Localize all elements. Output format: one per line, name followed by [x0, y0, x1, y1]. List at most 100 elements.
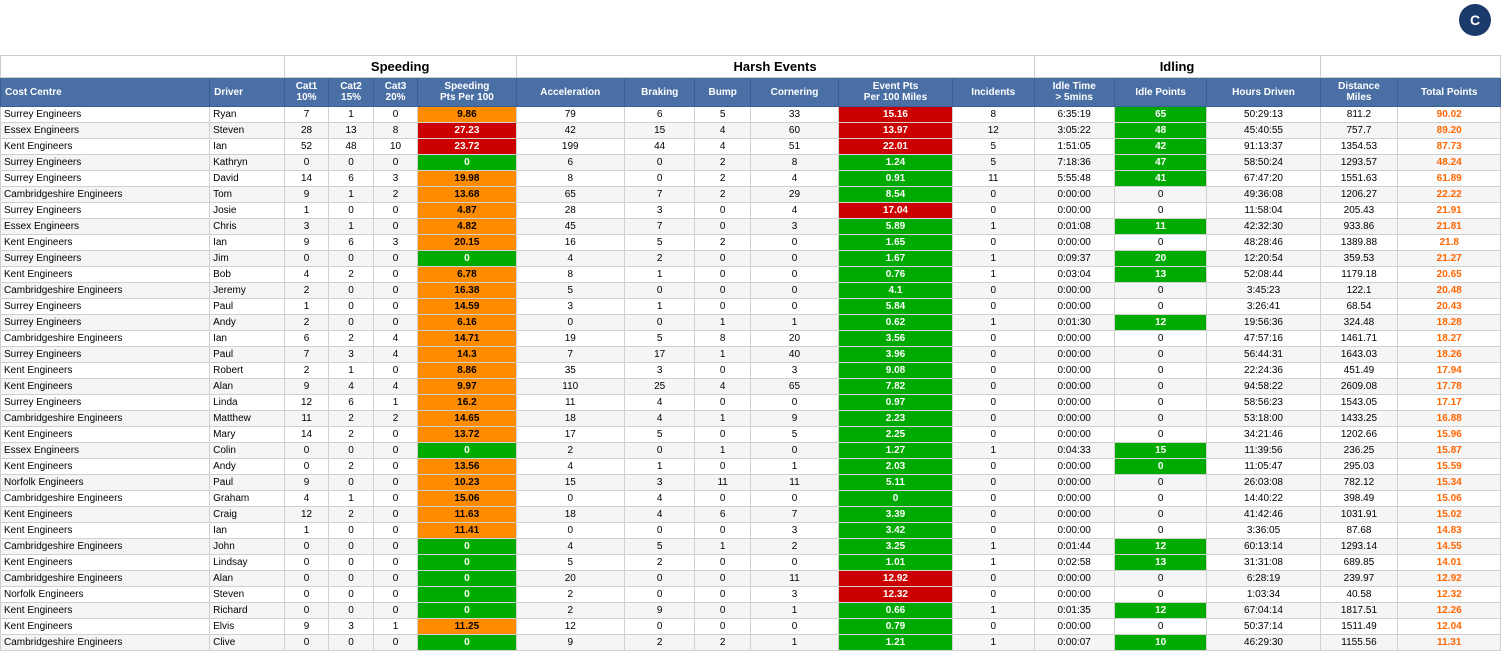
cell-dist: 295.03	[1320, 459, 1398, 475]
cell-evt-pts: 13.97	[838, 123, 952, 139]
cell-incidents: 0	[952, 299, 1034, 315]
logo: C	[1459, 4, 1493, 36]
cell-incidents: 0	[952, 507, 1034, 523]
cell-total: 20.65	[1398, 267, 1501, 283]
cell-total: 18.27	[1398, 331, 1501, 347]
cell-cost: Cambridgeshire Engineers	[1, 635, 210, 651]
cell-spd-pts: 0	[418, 587, 516, 603]
cell-driver: Andy	[210, 315, 285, 331]
cell-spd-pts: 9.86	[418, 107, 516, 123]
cell-accel: 2	[516, 443, 624, 459]
cell-cat1: 12	[284, 395, 329, 411]
cell-hours: 31:31:08	[1207, 555, 1320, 571]
cell-hours: 26:03:08	[1207, 475, 1320, 491]
cell-bump: 1	[695, 347, 751, 363]
cell-idle-time: 0:01:08	[1034, 219, 1114, 235]
cell-cat1: 0	[284, 443, 329, 459]
cell-dist: 1202.66	[1320, 427, 1398, 443]
cell-idle-pts: 0	[1114, 427, 1207, 443]
cell-accel: 0	[516, 315, 624, 331]
cell-brake: 5	[624, 331, 694, 347]
cell-hours: 58:50:24	[1207, 155, 1320, 171]
cell-total: 12.04	[1398, 619, 1501, 635]
cell-cat2: 0	[329, 475, 374, 491]
cell-accel: 4	[516, 539, 624, 555]
cell-dist: 1354.53	[1320, 139, 1398, 155]
cell-incidents: 0	[952, 331, 1034, 347]
cell-dist: 1293.57	[1320, 155, 1398, 171]
cell-brake: 4	[624, 507, 694, 523]
cell-cat3: 0	[373, 539, 418, 555]
cell-corner: 0	[750, 619, 838, 635]
cell-incidents: 0	[952, 347, 1034, 363]
cell-cost: Cambridgeshire Engineers	[1, 283, 210, 299]
cell-hours: 52:08:44	[1207, 267, 1320, 283]
table-row: Kent Engineers Ian 9 6 3 20.15 16 5 2 0 …	[1, 235, 1501, 251]
cell-bump: 0	[695, 283, 751, 299]
cell-spd-pts: 13.68	[418, 187, 516, 203]
cell-idle-time: 0:01:30	[1034, 315, 1114, 331]
cell-hours: 94:58:22	[1207, 379, 1320, 395]
cell-evt-pts: 5.11	[838, 475, 952, 491]
cell-hours: 50:37:14	[1207, 619, 1320, 635]
cell-dist: 398.49	[1320, 491, 1398, 507]
cell-cat2: 1	[329, 491, 374, 507]
cell-spd-pts: 0	[418, 443, 516, 459]
cell-brake: 0	[624, 523, 694, 539]
cell-cat3: 3	[373, 235, 418, 251]
col-dist: DistanceMiles	[1320, 78, 1398, 107]
cell-dist: 451.49	[1320, 363, 1398, 379]
cell-bump: 0	[695, 267, 751, 283]
cell-cost: Kent Engineers	[1, 459, 210, 475]
cell-cat1: 7	[284, 107, 329, 123]
cell-evt-pts: 8.54	[838, 187, 952, 203]
section-speeding: Speeding	[284, 56, 516, 78]
cell-hours: 45:40:55	[1207, 123, 1320, 139]
cell-evt-pts: 1.21	[838, 635, 952, 651]
cell-corner: 29	[750, 187, 838, 203]
cell-total: 87.73	[1398, 139, 1501, 155]
cell-accel: 2	[516, 587, 624, 603]
cell-driver: Alan	[210, 379, 285, 395]
cell-driver: Craig	[210, 507, 285, 523]
cell-cat3: 1	[373, 619, 418, 635]
cell-dist: 1179.18	[1320, 267, 1398, 283]
cell-cat3: 0	[373, 459, 418, 475]
cell-dist: 757.7	[1320, 123, 1398, 139]
cell-driver: John	[210, 539, 285, 555]
cell-cat3: 2	[373, 187, 418, 203]
cell-cat1: 14	[284, 427, 329, 443]
cell-corner: 20	[750, 331, 838, 347]
cell-idle-pts: 0	[1114, 379, 1207, 395]
cell-evt-pts: 0.66	[838, 603, 952, 619]
cell-total: 15.06	[1398, 491, 1501, 507]
cell-evt-pts: 0.97	[838, 395, 952, 411]
cell-cat3: 3	[373, 171, 418, 187]
cell-cat1: 4	[284, 267, 329, 283]
col-incidents: Incidents	[952, 78, 1034, 107]
cell-cost: Norfolk Engineers	[1, 475, 210, 491]
cell-cat1: 0	[284, 571, 329, 587]
cell-accel: 6	[516, 155, 624, 171]
cell-corner: 1	[750, 603, 838, 619]
cell-idle-time: 5:55:48	[1034, 171, 1114, 187]
cell-hours: 91:13:37	[1207, 139, 1320, 155]
cell-cat2: 0	[329, 571, 374, 587]
cell-brake: 0	[624, 283, 694, 299]
cell-bump: 1	[695, 443, 751, 459]
cell-dist: 359.53	[1320, 251, 1398, 267]
cell-cat3: 0	[373, 267, 418, 283]
cell-idle-time: 0:00:00	[1034, 395, 1114, 411]
cell-idle-pts: 41	[1114, 171, 1207, 187]
table-row: Surrey Engineers Andy 2 0 0 6.16 0 0 1 1…	[1, 315, 1501, 331]
cell-brake: 15	[624, 123, 694, 139]
cell-bump: 0	[695, 603, 751, 619]
col-idle-time: Idle Time> 5mins	[1034, 78, 1114, 107]
col-total: Total Points	[1398, 78, 1501, 107]
cell-hours: 3:45:23	[1207, 283, 1320, 299]
cell-hours: 19:56:36	[1207, 315, 1320, 331]
table-row: Kent Engineers Ian 52 48 10 23.72 199 44…	[1, 139, 1501, 155]
cell-incidents: 12	[952, 123, 1034, 139]
cell-dist: 68.54	[1320, 299, 1398, 315]
table-row: Surrey Engineers Ryan 7 1 0 9.86 79 6 5 …	[1, 107, 1501, 123]
